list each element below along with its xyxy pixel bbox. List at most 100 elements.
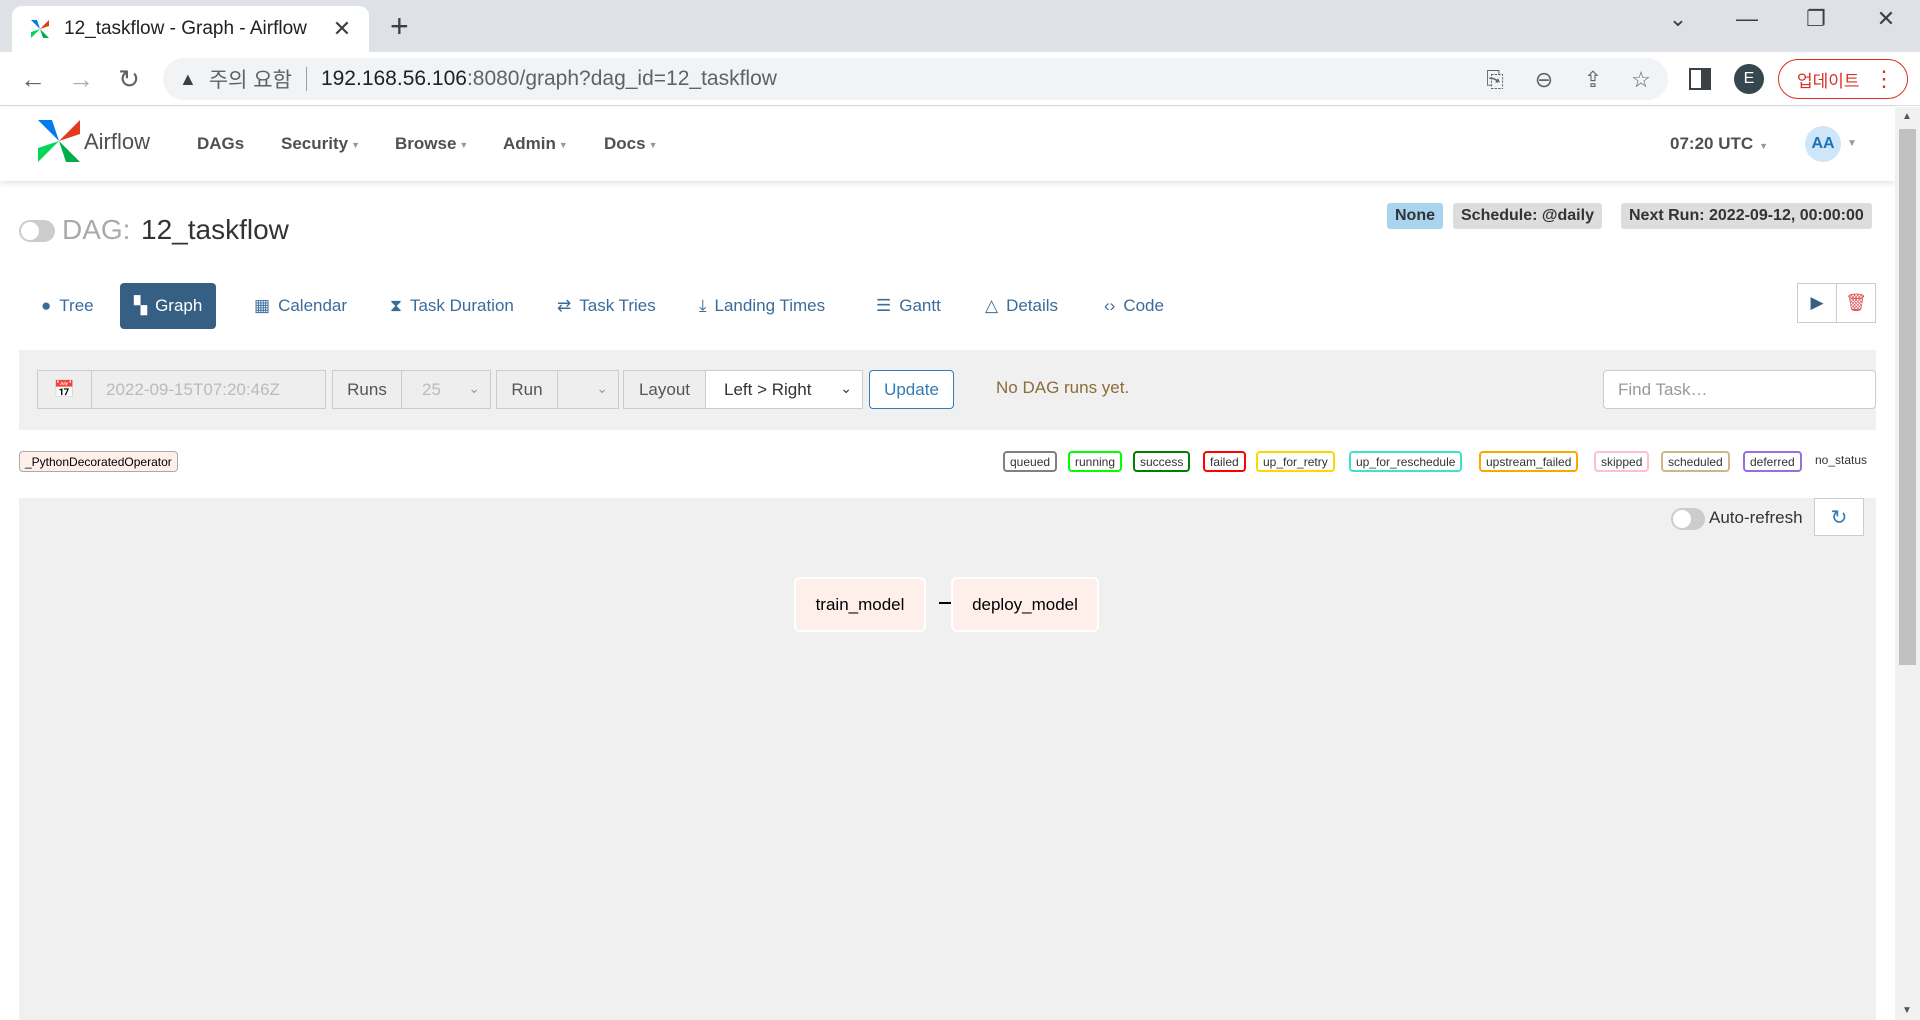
find-task-input[interactable]: Find Task… <box>1603 370 1876 409</box>
back-icon[interactable]: ← <box>16 64 50 94</box>
dag-id: 12_taskflow <box>141 214 289 245</box>
nav-dags[interactable]: DAGs <box>197 134 244 154</box>
tab-graph[interactable]: ▚ Graph <box>120 283 217 329</box>
base-date-input[interactable]: 2022-09-15T07:20:46Z <box>91 370 326 409</box>
refresh-button[interactable]: ↻ <box>1814 498 1864 536</box>
tab-code-label: Code <box>1123 296 1164 315</box>
tab-gantt-label: Gantt <box>899 296 941 315</box>
tab-close-icon[interactable]: ✕ <box>329 16 355 42</box>
play-icon: ▶ <box>1810 293 1824 312</box>
state-skipped[interactable]: skipped <box>1594 451 1650 472</box>
update-button[interactable]: Update <box>869 370 954 409</box>
plane-landing-icon: ⤓ <box>699 296 707 315</box>
trigger-dag-button[interactable]: ▶ <box>1797 283 1837 323</box>
calendar-icon: 📅 <box>53 379 76 399</box>
graph-canvas[interactable]: Auto-refresh ↻ train_model deploy_model <box>19 498 1876 1020</box>
graph-controls: 📅 2022-09-15T07:20:46Z Runs 25 ⌄ Run ⌄ La… <box>19 350 1876 430</box>
tab-calendar-label: Calendar <box>278 296 348 315</box>
url-path: :8080/graph?dag_id=12_taskflow <box>466 67 777 90</box>
nav-admin[interactable]: Admin ▼ <box>503 134 568 154</box>
nav-browse[interactable]: Browse ▼ <box>395 134 468 154</box>
runs-select[interactable]: 25 ⌄ <box>401 370 491 409</box>
user-avatar[interactable]: AA <box>1805 126 1841 162</box>
tab-gantt[interactable]: ☰ Gantt <box>862 283 955 329</box>
state-up-for-reschedule[interactable]: up_for_reschedule <box>1349 451 1463 472</box>
airflow-navbar: Airflow DAGs Security ▼ Browse ▼ Admin ▼ Do… <box>0 107 1895 181</box>
task-node-deploy-model[interactable]: deploy_model <box>951 577 1099 632</box>
window-close-icon[interactable]: ✕ <box>1866 6 1906 32</box>
clock-dropdown[interactable]: 07:20 UTC ▼ <box>1670 134 1768 154</box>
auto-refresh-label: Auto-refresh <box>1709 508 1803 527</box>
state-deferred[interactable]: deferred <box>1743 451 1802 472</box>
chevron-down-icon: ⌄ <box>468 380 480 396</box>
state-scheduled[interactable]: scheduled <box>1661 451 1730 472</box>
gantt-icon: ☰ <box>876 296 892 315</box>
browser-tab[interactable]: 12_taskflow - Graph - Airflow ✕ <box>12 6 369 52</box>
tab-title: 12_taskflow - Graph - Airflow <box>64 18 307 39</box>
tab-landing-times-label: Landing Times <box>714 296 826 315</box>
scroll-up-icon[interactable]: ▲ <box>1902 111 1912 122</box>
scroll-down-icon[interactable]: ▼ <box>1902 1005 1912 1016</box>
browser-update-button[interactable]: 업데이트 ⋮ <box>1778 59 1908 99</box>
tab-tree[interactable]: ● Tree <box>27 283 108 329</box>
state-failed[interactable]: failed <box>1203 451 1246 472</box>
tab-calendar[interactable]: ▦ Calendar <box>240 283 361 329</box>
nav-security[interactable]: Security ▼ <box>281 134 360 154</box>
caret-down-icon: ▼ <box>351 139 361 150</box>
airflow-brand[interactable]: Airflow <box>84 129 150 155</box>
new-tab-icon[interactable]: + <box>390 10 409 42</box>
tab-search-icon[interactable]: ⌄ <box>1658 6 1698 32</box>
bookmark-star-icon[interactable]: ☆ <box>1626 67 1656 93</box>
restore-icon[interactable]: ❐ <box>1796 6 1836 32</box>
caret-down-icon: ▼ <box>459 139 469 150</box>
profile-avatar[interactable]: E <box>1734 64 1764 94</box>
dag-state-badge: None <box>1387 203 1443 229</box>
scroll-thumb[interactable] <box>1899 129 1916 665</box>
tree-icon: ● <box>41 296 52 315</box>
omnibox[interactable]: ▲ 주의 요함 192.168.56.106 :8080/graph?dag_i… <box>163 58 1668 100</box>
tab-task-tries-label: Task Tries <box>579 296 656 315</box>
nav-browse-label: Browse <box>395 134 457 153</box>
url-host: 192.168.56.106 <box>320 67 467 90</box>
share-icon[interactable]: ⇪ <box>1578 67 1608 93</box>
tab-task-tries[interactable]: ⇄ Task Tries <box>543 283 670 329</box>
minimize-icon[interactable]: — <box>1727 6 1767 32</box>
run-select[interactable]: ⌄ <box>557 370 619 409</box>
tab-task-duration[interactable]: ⧗ Task Duration <box>376 283 528 329</box>
dag-pause-toggle[interactable] <box>19 220 55 242</box>
warning-icon: ▲ <box>179 68 197 89</box>
page-scrollbar[interactable]: ▲ ▼ <box>1895 107 1920 1020</box>
calendar-picker-button[interactable]: 📅 <box>37 370 92 409</box>
kebab-menu-icon[interactable]: ⋮ <box>1873 66 1895 92</box>
tab-details[interactable]: △ Details <box>971 283 1072 329</box>
delete-dag-button[interactable]: 🗑 <box>1836 283 1876 323</box>
layout-select-value: Left > Right <box>724 379 812 399</box>
state-running[interactable]: running <box>1068 451 1123 472</box>
zoom-icon[interactable]: ⊖ <box>1529 67 1559 93</box>
nav-docs[interactable]: Docs ▼ <box>604 134 658 154</box>
state-success[interactable]: success <box>1133 451 1191 472</box>
tab-graph-label: Graph <box>155 296 203 315</box>
tab-landing-times[interactable]: ⤓ Landing Times <box>685 283 839 329</box>
caret-down-icon[interactable]: ▼ <box>1847 138 1857 149</box>
translate-icon[interactable]: ⎘ <box>1480 67 1510 93</box>
caret-down-icon: ▼ <box>558 139 568 150</box>
state-up-for-retry[interactable]: up_for_retry <box>1256 451 1335 472</box>
task-node-label: train_model <box>815 594 905 614</box>
airflow-logo-icon[interactable] <box>36 118 82 164</box>
warning-triangle-icon: △ <box>985 296 999 315</box>
dag-label: DAG: <box>62 214 131 245</box>
hourglass-icon: ⧗ <box>390 296 402 315</box>
side-panel-icon[interactable] <box>1689 68 1711 90</box>
reload-icon[interactable]: ↻ <box>112 64 146 94</box>
runs-label: Runs <box>332 370 402 409</box>
state-upstream-failed[interactable]: upstream_failed <box>1479 451 1579 472</box>
task-node-train-model[interactable]: train_model <box>794 577 926 632</box>
tab-code[interactable]: ‹› Code <box>1090 283 1178 329</box>
caret-down-icon: ▼ <box>1759 141 1769 151</box>
forward-icon[interactable]: → <box>64 64 98 94</box>
state-queued[interactable]: queued <box>1003 451 1058 472</box>
auto-refresh-toggle[interactable] <box>1671 508 1705 530</box>
operator-legend: _PythonDecoratedOperator <box>19 451 178 472</box>
layout-select[interactable]: Left > Right ⌄ <box>705 370 863 409</box>
